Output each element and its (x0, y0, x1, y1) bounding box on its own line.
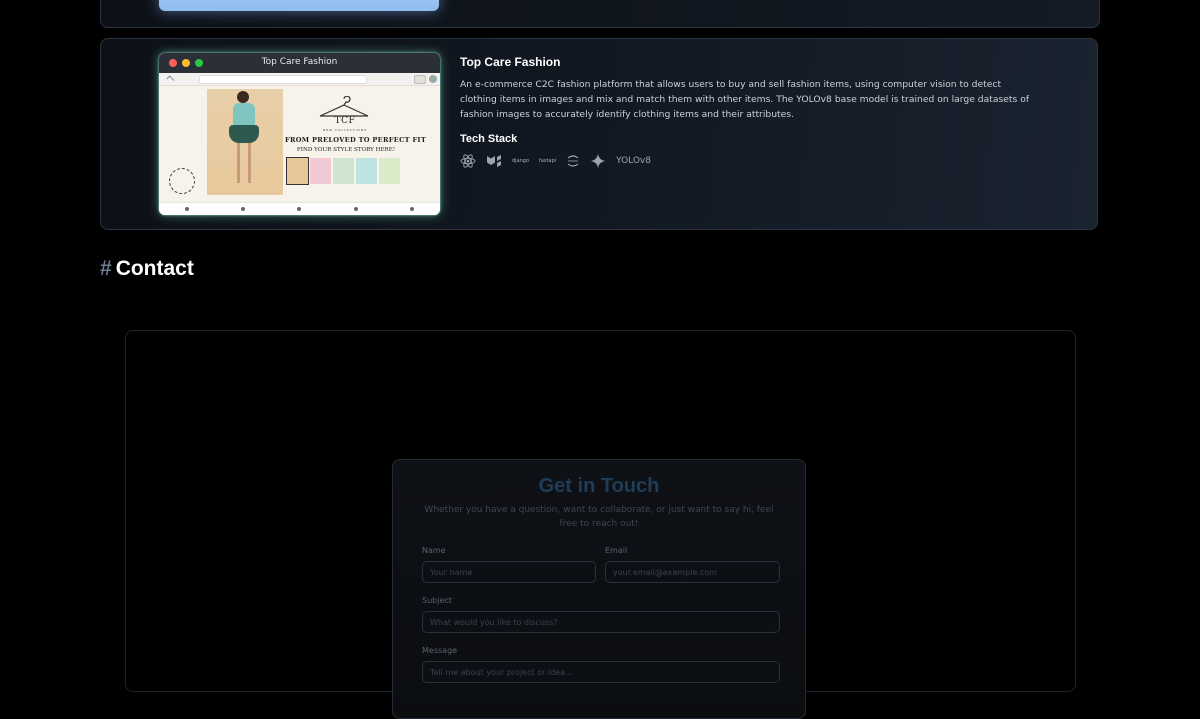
hero-brand: TCF (334, 116, 356, 126)
subject-input[interactable] (422, 611, 780, 633)
hero-thumbnail (286, 157, 309, 185)
window-title: Top Care Fashion (261, 57, 338, 67)
react-icon (460, 153, 476, 169)
sparkle-icon (590, 153, 606, 169)
project-title: Top Care Fashion (460, 55, 561, 69)
circular-badge-icon (169, 168, 195, 194)
project-description: An e-commerce C2C fashion platform that … (460, 79, 1030, 120)
hero-thumbnail (356, 158, 377, 184)
contact-heading-text: Contact (115, 257, 194, 280)
subject-label: Subject (422, 596, 452, 605)
hero-thumbnail (333, 158, 354, 184)
project-screenshot[interactable]: Top Care Fashion TCF NEW COLLECTIONS FRO… (159, 53, 440, 215)
hero-brand-sub: NEW COLLECTIONS (322, 128, 368, 132)
name-label: Name (422, 546, 446, 555)
email-input[interactable] (605, 561, 780, 583)
hero-thumbnail (379, 158, 400, 184)
site-search-bar (199, 75, 367, 84)
hero-thumbnail (310, 158, 331, 184)
form-subtitle: Whether you have a question, want to col… (424, 505, 774, 529)
message-label: Message (422, 646, 458, 655)
tech-stack-title: Tech Stack (460, 133, 518, 145)
window-titlebar: Top Care Fashion (159, 53, 440, 73)
yolo-label: YOLOv8 (616, 156, 651, 166)
refresh-icon (566, 153, 580, 169)
site-hero: TCF NEW COLLECTIONS FROM PRELOVED TO PER… (159, 86, 440, 204)
contact-form: Get in Touch Whether you have a question… (392, 459, 806, 719)
hero-model-image (207, 89, 283, 195)
fastapi-icon: fastapi (539, 158, 557, 164)
contact-heading: # Contact (100, 257, 194, 281)
previous-project-screenshot (159, 0, 439, 11)
form-title: Get in Touch (538, 475, 660, 497)
mui-icon (486, 153, 502, 169)
heading-hash: # (100, 257, 112, 280)
name-input[interactable] (422, 561, 596, 583)
previous-project-card (100, 0, 1100, 28)
email-label: Email (605, 546, 628, 555)
site-footer-nav (159, 202, 440, 215)
django-icon: django (512, 158, 530, 164)
project-card: Top Care Fashion TCF NEW COLLECTIONS FRO… (100, 38, 1098, 230)
hero-thumbnails (286, 157, 400, 185)
message-textarea[interactable] (422, 661, 780, 683)
tech-stack-list: django fastapi YOLOv8 (460, 153, 651, 169)
site-navbar (159, 73, 440, 86)
hero-headline: FROM PRELOVED TO PERFECT FIT (285, 136, 427, 144)
hero-subline: FIND YOUR STYLE STORY HERE! (296, 147, 396, 153)
site-logo-icon (166, 75, 175, 84)
site-avatar (429, 75, 437, 83)
site-nav-button (414, 75, 426, 84)
